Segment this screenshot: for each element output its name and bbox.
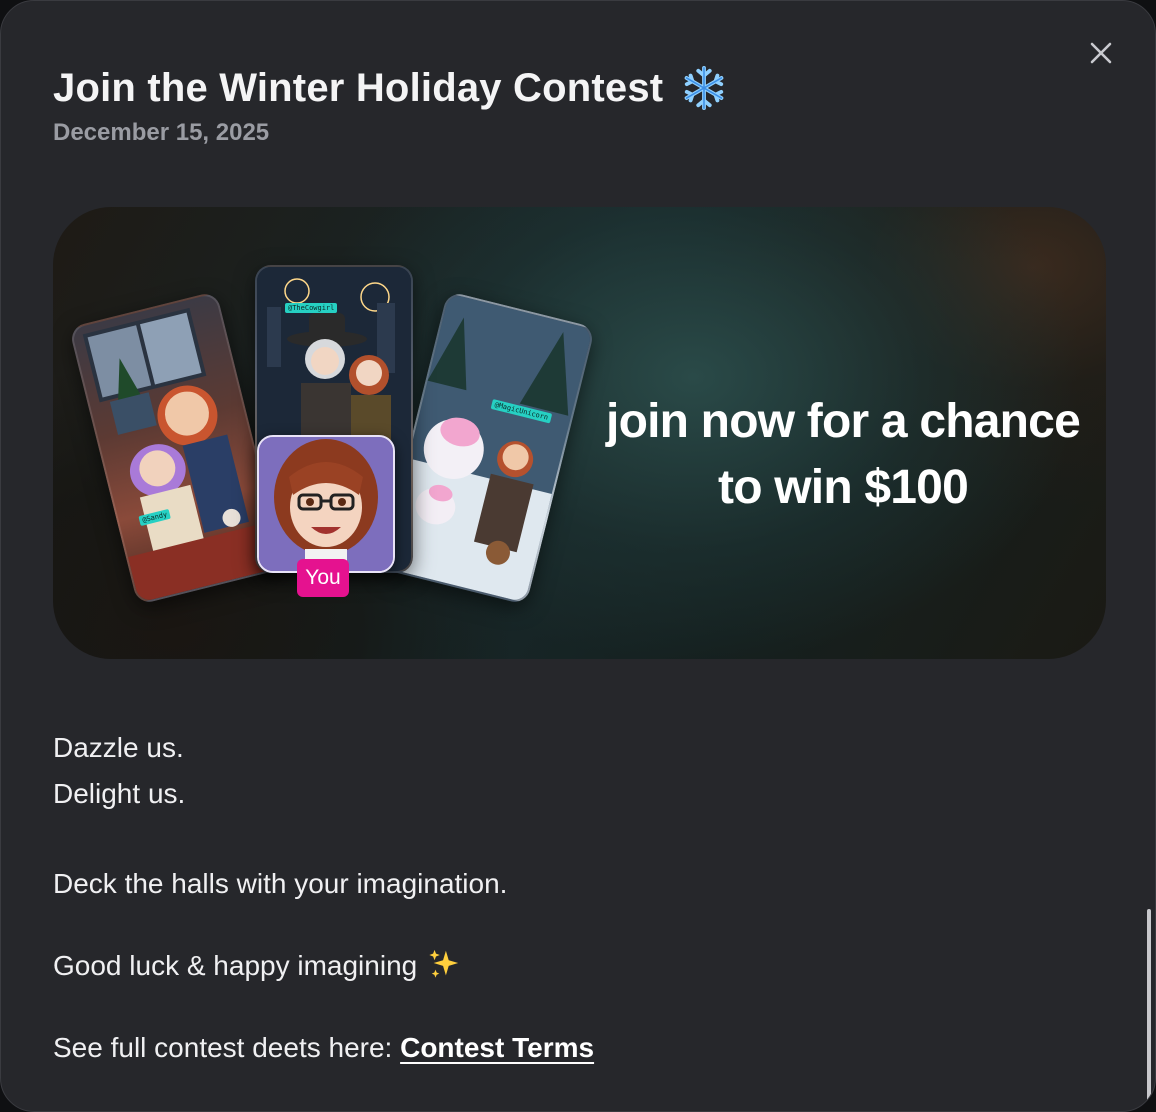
banner-headline: join now for a chance to win $100	[573, 389, 1106, 521]
contest-banner: @Sandy @MagicUnicorn @TheCowgirl You joi…	[53, 207, 1106, 659]
terms-prefix: See full contest deets here:	[53, 1032, 401, 1063]
close-icon	[1090, 42, 1112, 64]
card-tag-thecowgirl: @TheCowgirl	[285, 303, 338, 313]
body-line-terms: See full contest deets here: Contest Ter…	[53, 1025, 1093, 1071]
body-line-goodluck-text: Good luck & happy imagining	[53, 950, 418, 981]
you-badge: You	[297, 559, 349, 597]
contest-terms-link[interactable]: Contest Terms	[400, 1032, 594, 1063]
snowflake-icon	[684, 65, 724, 111]
sample-card-sandy: @Sandy	[68, 290, 286, 606]
banner-headline-line1: join now for a chance	[606, 395, 1081, 448]
close-button[interactable]	[1085, 37, 1117, 69]
banner-headline-line2: to win $100	[718, 461, 969, 514]
cozy-room-illustration	[82, 307, 283, 603]
body-line-deck: Deck the halls with your imagination.	[53, 868, 508, 899]
user-avatar-illustration	[259, 437, 393, 571]
body-line-goodluck: Good luck & happy imagining	[53, 943, 1093, 989]
sparkles-icon	[429, 949, 459, 978]
post-body: Dazzle us. Delight us. Deck the halls wi…	[53, 725, 1093, 1071]
title-row: Join the Winter Holiday Contest	[53, 59, 727, 117]
contest-modal: Join the Winter Holiday Contest December…	[0, 0, 1156, 1112]
modal-title: Join the Winter Holiday Contest	[53, 65, 664, 110]
body-line-delight: Delight us.	[53, 778, 186, 809]
body-line-dazzle: Dazzle us.	[53, 732, 184, 763]
scrollbar-thumb[interactable]	[1147, 909, 1151, 1109]
you-avatar-card	[257, 435, 395, 573]
post-date: December 15, 2025	[53, 119, 270, 146]
